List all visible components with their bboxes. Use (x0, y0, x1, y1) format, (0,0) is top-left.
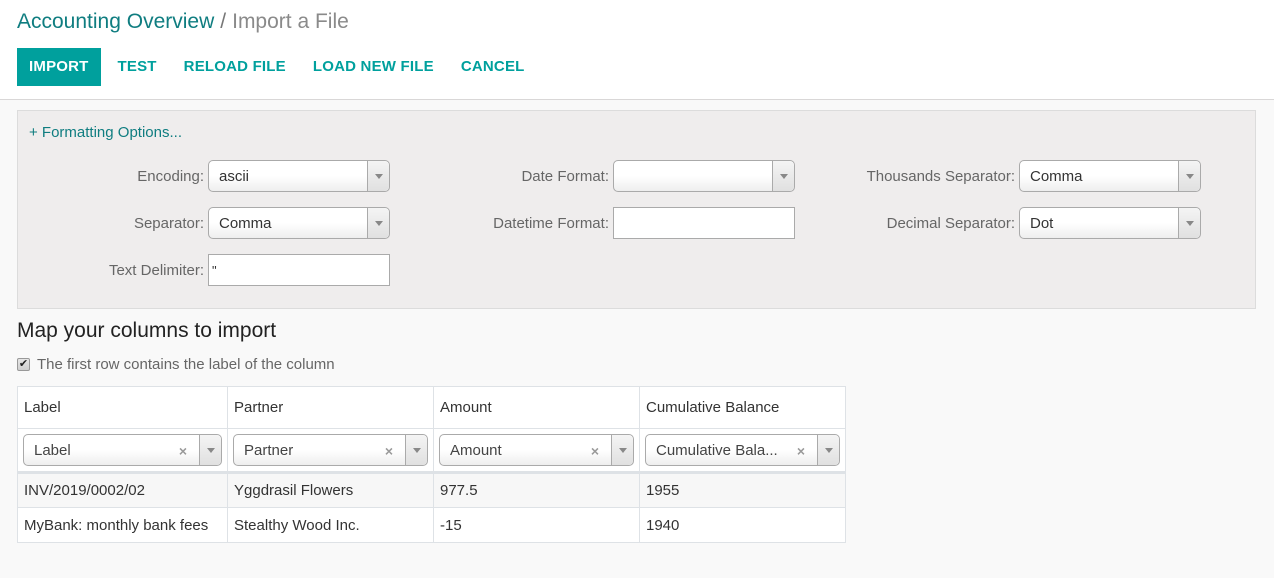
clear-icon[interactable]: × (591, 444, 599, 458)
chevron-down-icon (206, 447, 215, 453)
clear-icon[interactable]: × (179, 444, 187, 458)
encoding-label: Encoding: (137, 167, 204, 185)
date-format-dropdown-arrow[interactable] (772, 161, 794, 191)
chevron-down-icon (374, 220, 383, 226)
date-format-field: Date Format: (418, 160, 795, 192)
field-mapping-cell: Cumulative Bala... × (639, 428, 846, 474)
text-delimiter-field: Text Delimiter: (18, 254, 390, 286)
datetime-format-input[interactable] (613, 207, 795, 239)
chevron-down-icon (1185, 220, 1194, 226)
chevron-down-icon (618, 447, 627, 453)
thousands-separator-value: Comma (1030, 167, 1083, 185)
column-header: Partner (227, 386, 434, 429)
encoding-value: ascii (219, 167, 250, 185)
table-row: INV/2019/0002/02 Yggdrasil Flowers 977.5… (17, 472, 846, 508)
field-select-amount[interactable]: Amount × (439, 434, 634, 466)
first-row-header-label[interactable]: The first row contains the label of the … (37, 356, 335, 373)
column-header: Label (17, 386, 228, 429)
field-select-value: Cumulative Bala... (656, 441, 778, 459)
field-select-partner[interactable]: Partner × (233, 434, 428, 466)
field-select-value: Label (34, 441, 71, 459)
separator-field: Separator: Comma (18, 207, 390, 239)
thousands-separator-select[interactable]: Comma (1019, 160, 1201, 192)
field-select-label[interactable]: Label × (23, 434, 222, 466)
field-dropdown-arrow[interactable] (405, 435, 427, 465)
chevron-down-icon (374, 173, 383, 179)
separator-value: Comma (219, 214, 272, 232)
field-dropdown-arrow[interactable] (199, 435, 221, 465)
date-format-select[interactable] (613, 160, 795, 192)
clear-icon[interactable]: × (797, 444, 805, 458)
table-cell: Yggdrasil Flowers (227, 472, 434, 508)
field-select-cumulative-balance[interactable]: Cumulative Bala... × (645, 434, 840, 466)
field-select-value: Partner (244, 441, 294, 459)
toolbar: IMPORT TEST RELOAD FILE LOAD NEW FILE CA… (17, 48, 537, 86)
thousands-separator-field: Thousands Separator: Comma (818, 160, 1201, 192)
field-mapping-cell: Amount × (433, 428, 640, 474)
encoding-field: Encoding: ascii (18, 160, 390, 192)
reload-file-button[interactable]: RELOAD FILE (172, 48, 298, 86)
datetime-format-field: Datetime Format: (418, 207, 795, 239)
date-format-label: Date Format: (521, 167, 609, 185)
encoding-dropdown-arrow[interactable] (367, 161, 389, 191)
column-mapping-table: Label Partner Amount Cumulative Balance … (17, 386, 846, 543)
formatting-options-panel: + Formatting Options... Encoding: ascii … (17, 110, 1256, 309)
datetime-format-label: Datetime Format: (493, 214, 609, 232)
separator-dropdown-arrow[interactable] (367, 208, 389, 238)
decimal-separator-select[interactable]: Dot (1019, 207, 1201, 239)
table-cell: 1955 (639, 472, 846, 508)
chevron-down-icon (779, 173, 788, 179)
breadcrumb: Accounting Overview / Import a File (17, 8, 349, 36)
table-cell: Stealthy Wood Inc. (227, 507, 434, 543)
chevron-down-icon (412, 447, 421, 453)
table-cell: 977.5 (433, 472, 640, 508)
table-cell: -15 (433, 507, 640, 543)
table-cell: MyBank: monthly bank fees (17, 507, 228, 543)
clear-icon[interactable]: × (385, 444, 393, 458)
chevron-down-icon (824, 447, 833, 453)
thousands-separator-label: Thousands Separator: (866, 167, 1015, 185)
decimal-separator-label: Decimal Separator: (886, 214, 1015, 232)
load-new-file-button[interactable]: LOAD NEW FILE (301, 48, 446, 86)
decimal-separator-value: Dot (1030, 214, 1054, 232)
import-button[interactable]: IMPORT (17, 48, 101, 86)
test-button[interactable]: TEST (106, 48, 169, 86)
decimal-separator-dropdown-arrow[interactable] (1178, 208, 1200, 238)
breadcrumb-separator: / (220, 10, 227, 33)
decimal-separator-field: Decimal Separator: Dot (818, 207, 1201, 239)
field-dropdown-arrow[interactable] (817, 435, 839, 465)
field-mapping-cell: Partner × (227, 428, 434, 474)
first-row-header-option: ✔ The first row contains the label of th… (17, 356, 335, 373)
column-header: Cumulative Balance (639, 386, 846, 429)
field-select-value: Amount (450, 441, 502, 459)
separator-label: Separator: (133, 214, 204, 232)
chevron-down-icon (1185, 173, 1194, 179)
first-row-header-checkbox[interactable]: ✔ (17, 358, 30, 371)
field-mapping-row: Label × Partner × Amount × Cumulative Ba… (17, 428, 846, 474)
check-icon: ✔ (18, 358, 29, 370)
table-cell: INV/2019/0002/02 (17, 472, 228, 508)
control-panel: Accounting Overview / Import a File IMPORT… (0, 0, 1274, 100)
column-header: Amount (433, 386, 640, 429)
table-row: MyBank: monthly bank fees Stealthy Wood … (17, 507, 846, 543)
field-dropdown-arrow[interactable] (611, 435, 633, 465)
formatting-options-toggle[interactable]: + Formatting Options... (29, 124, 182, 141)
cancel-button[interactable]: CANCEL (449, 48, 537, 86)
table-cell: 1940 (639, 507, 846, 543)
thousands-separator-dropdown-arrow[interactable] (1178, 161, 1200, 191)
text-delimiter-input[interactable] (208, 254, 390, 286)
separator-select[interactable]: Comma (208, 207, 390, 239)
field-mapping-cell: Label × (17, 428, 228, 474)
map-columns-title: Map your columns to import (17, 319, 277, 342)
breadcrumb-accounting-overview[interactable]: Accounting Overview (17, 10, 214, 33)
encoding-select[interactable]: ascii (208, 160, 390, 192)
text-delimiter-label: Text Delimiter: (108, 261, 204, 279)
breadcrumb-current: Import a File (232, 10, 349, 33)
table-header-row: Label Partner Amount Cumulative Balance (17, 386, 846, 429)
